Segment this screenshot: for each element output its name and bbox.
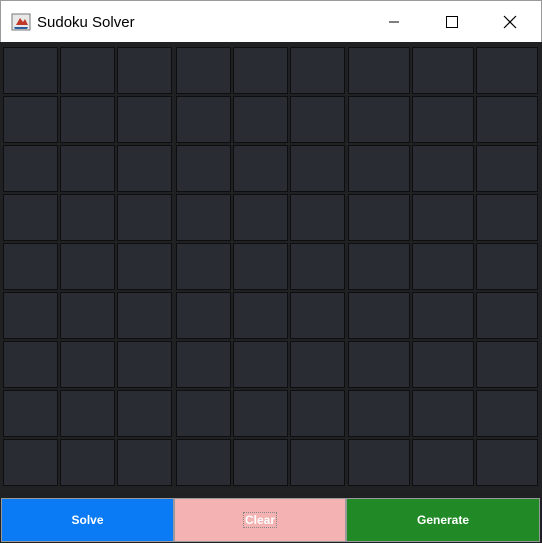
sudoku-cell[interactable] [290,145,345,192]
sudoku-cell[interactable] [290,390,345,437]
sudoku-cell[interactable] [176,341,231,388]
java-cup-icon [11,13,31,31]
sudoku-cell[interactable] [476,439,538,486]
sudoku-cell[interactable] [233,439,288,486]
sudoku-cell[interactable] [176,292,231,339]
sudoku-cell[interactable] [3,439,58,486]
sudoku-cell[interactable] [117,243,172,290]
sudoku-cell[interactable] [233,145,288,192]
sudoku-cell[interactable] [117,194,172,241]
sudoku-cell[interactable] [60,292,115,339]
sudoku-cell[interactable] [412,390,474,437]
sudoku-cell[interactable] [233,96,288,143]
sudoku-cell[interactable] [176,243,231,290]
generate-button-label: Generate [416,513,470,527]
clear-button-label: Clear [242,512,278,528]
sudoku-cell[interactable] [290,194,345,241]
sudoku-cell[interactable] [3,292,58,339]
sudoku-cell[interactable] [176,96,231,143]
sudoku-cell[interactable] [476,292,538,339]
maximize-icon [446,16,458,28]
sudoku-cell[interactable] [60,194,115,241]
sudoku-cell[interactable] [412,47,474,94]
sudoku-cell[interactable] [348,194,410,241]
sudoku-cell[interactable] [60,96,115,143]
sudoku-cell[interactable] [117,292,172,339]
sudoku-cell[interactable] [233,390,288,437]
sudoku-cell[interactable] [117,439,172,486]
sudoku-cell[interactable] [476,96,538,143]
sudoku-cell[interactable] [117,390,172,437]
sudoku-cell[interactable] [176,390,231,437]
sudoku-board [0,42,542,493]
window-title: Sudoku Solver [37,14,135,31]
sudoku-cell[interactable] [348,243,410,290]
sudoku-cell[interactable] [3,194,58,241]
sudoku-cell[interactable] [3,390,58,437]
sudoku-cell[interactable] [412,439,474,486]
sudoku-cell[interactable] [233,292,288,339]
sudoku-cell[interactable] [290,439,345,486]
sudoku-cell[interactable] [233,194,288,241]
sudoku-cell[interactable] [176,194,231,241]
sudoku-cell[interactable] [412,96,474,143]
sudoku-cell[interactable] [60,341,115,388]
sudoku-cell[interactable] [348,341,410,388]
sudoku-cell[interactable] [476,47,538,94]
sudoku-cell[interactable] [290,47,345,94]
sudoku-cell[interactable] [176,47,231,94]
sudoku-cell[interactable] [117,341,172,388]
sudoku-cell[interactable] [348,292,410,339]
minimize-icon [389,21,399,23]
sudoku-cell[interactable] [233,341,288,388]
maximize-button[interactable] [429,1,475,43]
sudoku-cell[interactable] [3,145,58,192]
sudoku-cell[interactable] [290,341,345,388]
sudoku-cell[interactable] [476,194,538,241]
sudoku-cell[interactable] [60,145,115,192]
sudoku-cell[interactable] [3,243,58,290]
sudoku-cell[interactable] [117,96,172,143]
sudoku-cell[interactable] [3,341,58,388]
generate-button[interactable]: Generate [346,498,540,542]
sudoku-cell[interactable] [60,390,115,437]
sudoku-cell[interactable] [476,390,538,437]
sudoku-cell[interactable] [476,341,538,388]
title-bar: Sudoku Solver [0,0,542,42]
sudoku-cell[interactable] [348,439,410,486]
sudoku-cell[interactable] [348,96,410,143]
sudoku-cell[interactable] [476,243,538,290]
clear-button[interactable]: Clear [174,498,346,542]
sudoku-cell[interactable] [60,439,115,486]
sudoku-cell[interactable] [3,96,58,143]
sudoku-cell[interactable] [60,47,115,94]
sudoku-cell[interactable] [412,145,474,192]
sudoku-cell[interactable] [412,292,474,339]
sudoku-cell[interactable] [348,145,410,192]
sudoku-cell[interactable] [348,390,410,437]
solve-button[interactable]: Solve [1,498,174,542]
sudoku-cell[interactable] [348,47,410,94]
sudoku-cell[interactable] [3,47,58,94]
sudoku-cell[interactable] [233,47,288,94]
close-icon [503,15,517,29]
sudoku-cell[interactable] [117,47,172,94]
sudoku-cell[interactable] [117,145,172,192]
sudoku-cell[interactable] [290,96,345,143]
sudoku-cell[interactable] [412,243,474,290]
sudoku-cell[interactable] [412,341,474,388]
close-button[interactable] [487,1,533,43]
sudoku-cell[interactable] [290,292,345,339]
sudoku-cell[interactable] [176,439,231,486]
sudoku-cell[interactable] [290,243,345,290]
solve-button-label: Solve [71,513,104,527]
minimize-button[interactable] [371,1,417,43]
sudoku-cell[interactable] [60,243,115,290]
sudoku-cell[interactable] [476,145,538,192]
sudoku-cell[interactable] [412,194,474,241]
sudoku-cell[interactable] [176,145,231,192]
sudoku-cell[interactable] [233,243,288,290]
